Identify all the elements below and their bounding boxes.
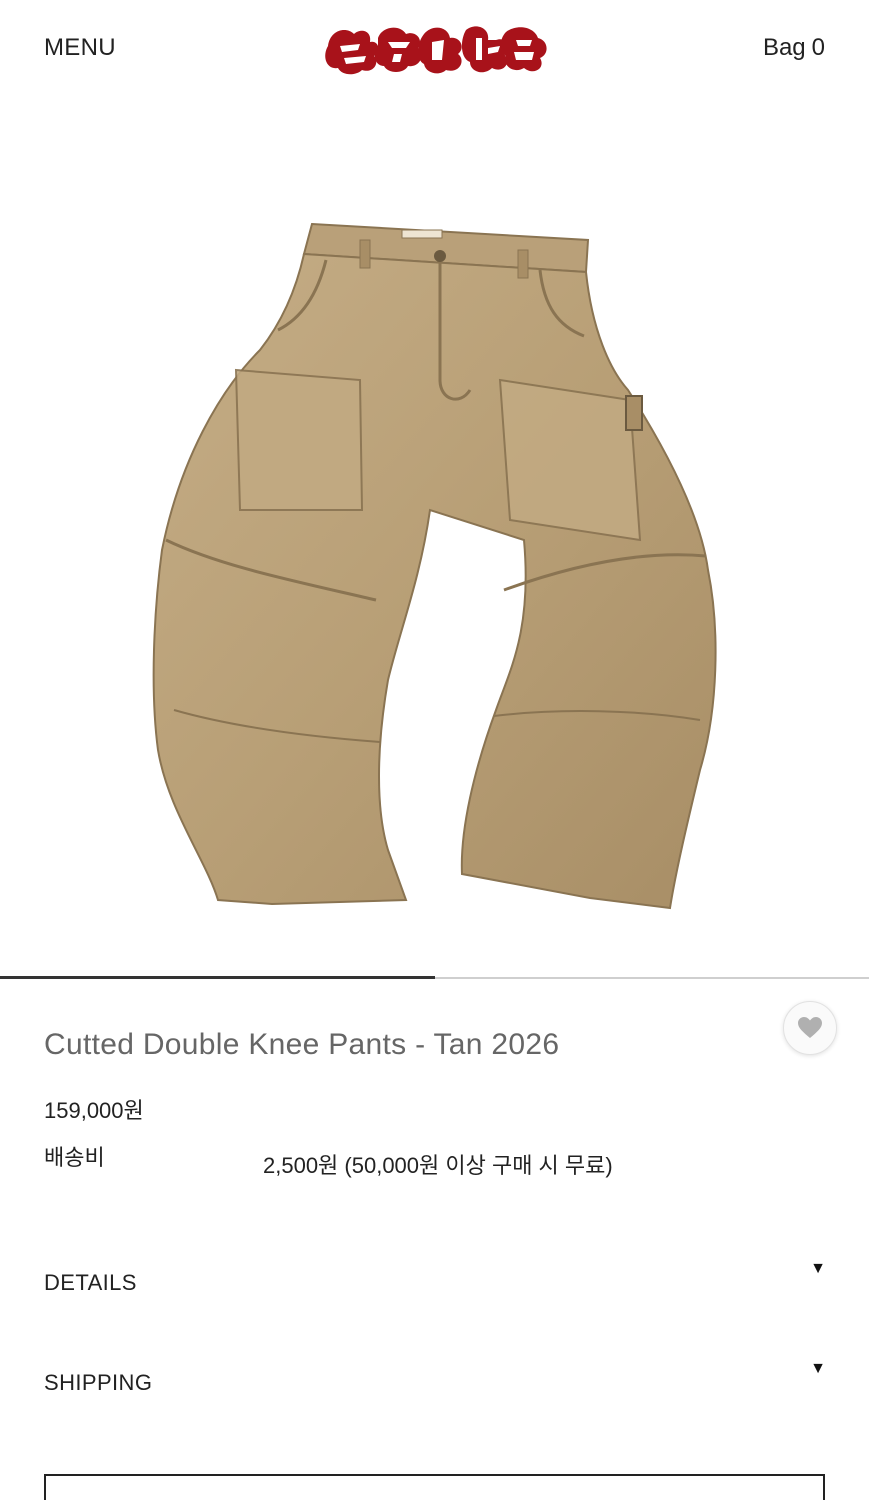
wishlist-button[interactable] [783,1001,837,1055]
details-accordion[interactable]: DETAILS ▼ [44,1260,834,1310]
caret-down-icon: ▼ [810,1260,826,1277]
tan-double-knee-pants-image[interactable] [140,210,730,920]
product-title: Cutted Double Knee Pants - Tan 2026 [44,1028,560,1061]
bag-button[interactable]: Bag 0 [763,34,825,62]
heart-icon [798,1017,822,1038]
details-label: DETAILS [44,1270,137,1295]
shipping-fee-value: 2,500원 (50,000원 이상 구매 시 무료) [263,1153,613,1178]
purchase-button[interactable] [44,1474,825,1500]
menu-button[interactable]: MENU [44,34,116,62]
caret-down-icon: ▼ [810,1360,826,1377]
shipping-accordion[interactable]: SHIPPING ▼ [44,1360,834,1410]
shipping-label: SHIPPING [44,1370,153,1395]
shipping-fee-label: 배송비 [44,1145,105,1170]
header: MENU Bag 0 [0,0,869,100]
bag-count: 0 [811,34,825,61]
carousel-progress-fill [0,976,435,979]
brand-logo[interactable] [320,16,550,80]
bag-label: Bag [762,34,806,61]
product-price: 159,000원 [44,1098,144,1123]
